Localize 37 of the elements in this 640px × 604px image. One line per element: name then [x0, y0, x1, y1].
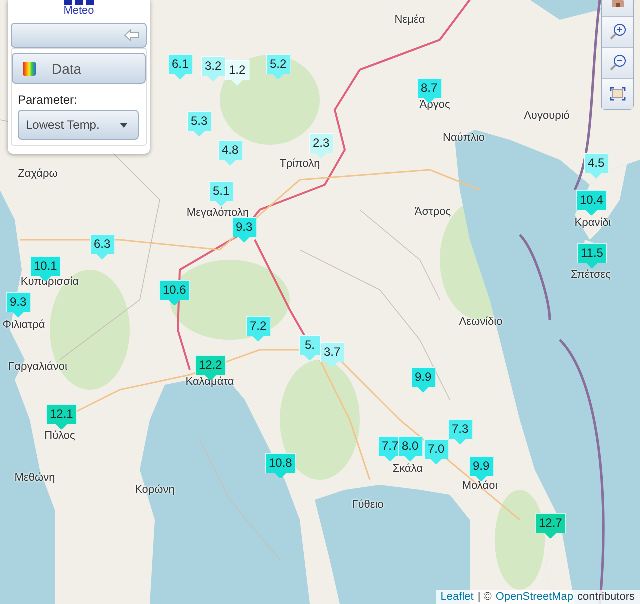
- place-label: Σπέτσες: [571, 269, 611, 281]
- zoom-out-icon: [608, 54, 626, 72]
- attribution-separator: | ©: [478, 591, 492, 603]
- place-label: Ναύπλιο: [443, 132, 485, 144]
- zoom-in-button[interactable]: [602, 17, 633, 48]
- full-extent-button[interactable]: [602, 79, 633, 109]
- place-label: Κρανίδι: [574, 217, 612, 229]
- caret-icon: [120, 122, 128, 128]
- place-label: Μεγαλόπολη: [186, 207, 250, 219]
- place-label: Φιλιατρά: [2, 319, 46, 331]
- place-label: Γύθειο: [352, 499, 384, 511]
- place-label: Πύλος: [44, 430, 76, 442]
- temperature-marker[interactable]: 9.9: [469, 456, 494, 482]
- place-label: Νεμέα: [394, 14, 426, 26]
- place-label: Τρίπολη: [280, 158, 320, 170]
- place-label: Λυγουριό: [524, 110, 570, 122]
- place-label: Κορώνη: [135, 484, 175, 496]
- logo-icon: [64, 0, 94, 5]
- place-label: Γαργαλιάνοι: [8, 361, 68, 373]
- zoom-in-icon: [608, 23, 626, 41]
- parameter-label: Parameter:: [18, 93, 78, 107]
- attribution-text: contributors: [578, 591, 635, 603]
- data-button[interactable]: Data: [12, 53, 146, 84]
- place-label: Ζαχάρω: [18, 168, 58, 180]
- openstreetmap-link[interactable]: OpenStreetMap: [496, 591, 574, 603]
- logo-text: Meteo: [64, 5, 94, 17]
- place-label: Μεθώνη: [14, 472, 56, 484]
- place-label: Λεωνίδιο: [459, 316, 503, 328]
- place-label: Μολάοι: [462, 480, 498, 492]
- place-label: Σκάλα: [392, 463, 424, 475]
- arrow-left-icon: [124, 29, 140, 42]
- extent-icon: [610, 87, 626, 101]
- color-scale-icon: [23, 62, 36, 76]
- leaflet-link[interactable]: Leaflet: [440, 591, 474, 603]
- zoom-out-button[interactable]: [602, 48, 633, 79]
- place-label: Άστρος: [414, 206, 452, 218]
- parameter-dropdown[interactable]: Lowest Temp.: [18, 110, 139, 140]
